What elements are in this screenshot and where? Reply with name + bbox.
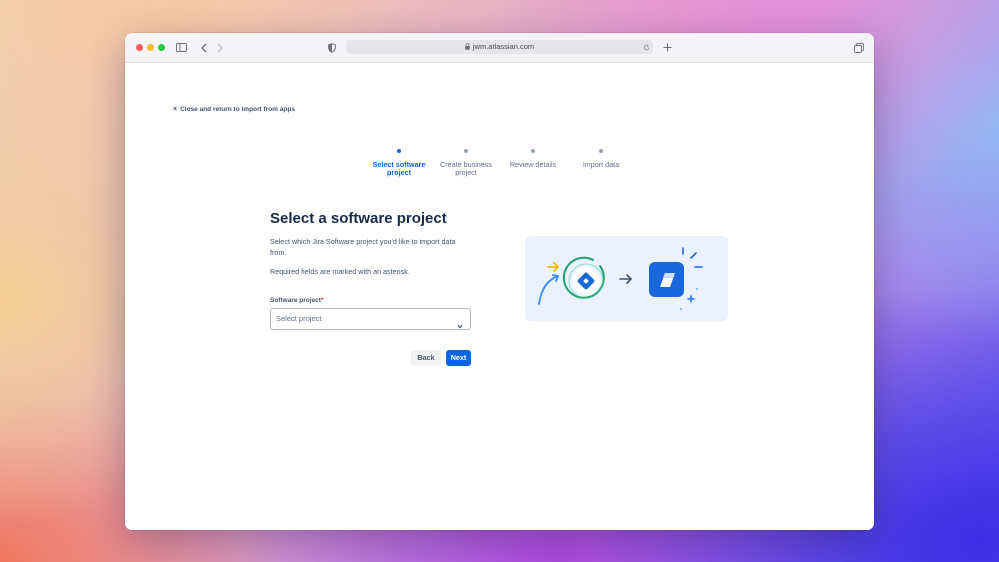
zoom-window-button[interactable]	[158, 44, 165, 51]
step-import-data: Import data	[567, 149, 635, 169]
lock-icon	[465, 41, 470, 55]
software-project-select[interactable]: Select project	[270, 308, 471, 330]
browser-toolbar: jwm.atlassian.com	[125, 33, 874, 63]
step-dot	[531, 149, 535, 153]
select-placeholder: Select project	[276, 314, 322, 323]
page-title: Select a software project	[270, 210, 447, 227]
step-dot	[464, 149, 468, 153]
illustration-graphic	[538, 247, 703, 311]
reload-icon[interactable]	[642, 42, 650, 52]
back-arrow-icon[interactable]	[200, 40, 208, 55]
minimize-window-button[interactable]	[147, 44, 154, 51]
url-text: jwm.atlassian.com	[472, 42, 535, 51]
step-select-software-project: Select software project	[365, 149, 433, 177]
import-illustration	[525, 236, 728, 321]
plus-icon[interactable]	[662, 40, 672, 55]
progress-tracker: Select software project Create business pr…	[365, 149, 635, 185]
close-return-link[interactable]: × Close and return to import from apps	[173, 106, 295, 113]
next-button[interactable]: Next	[446, 350, 471, 366]
software-project-label: Software project*	[270, 297, 324, 304]
back-button[interactable]: Back	[411, 350, 441, 366]
step-create-business-project: Create business project	[432, 149, 500, 177]
step-dot	[397, 149, 401, 153]
address-bar[interactable]: jwm.atlassian.com	[346, 40, 653, 54]
jira-work-management-icon	[649, 262, 684, 297]
shield-icon[interactable]	[327, 40, 337, 55]
page-description: Select which Jira Software project you'd…	[270, 237, 456, 257]
required-fields-note: Required fields are marked with an aster…	[270, 267, 410, 276]
step-review-details: Review details	[499, 149, 567, 169]
page-content: × Close and return to import from apps Se…	[125, 63, 874, 530]
step-dot	[599, 149, 603, 153]
browser-window: jwm.atlassian.com × Close and return to i…	[125, 33, 874, 530]
close-icon: ×	[173, 106, 178, 113]
close-window-button[interactable]	[136, 44, 143, 51]
chevron-down-icon	[457, 316, 463, 334]
tabs-icon[interactable]	[854, 40, 864, 55]
forward-arrow-icon[interactable]	[216, 40, 224, 55]
required-asterisk: *	[320, 297, 324, 304]
sidebar-icon[interactable]	[176, 40, 187, 55]
